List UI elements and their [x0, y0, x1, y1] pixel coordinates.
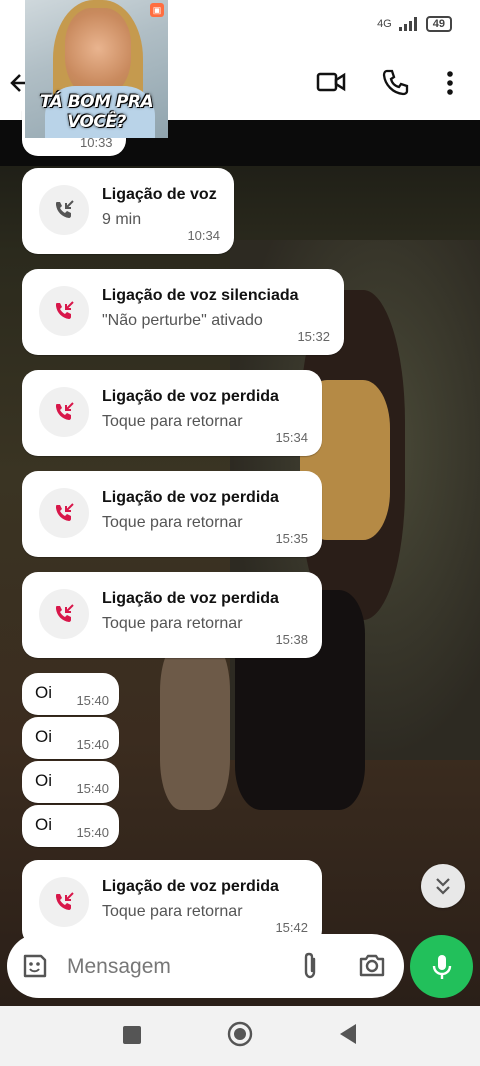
text-message-bubble[interactable]: Oi 15:40	[22, 673, 119, 715]
call-message-bubble[interactable]: Ligação de voz perdida Toque para retorn…	[22, 471, 322, 557]
call-title: Ligação de voz perdida	[102, 590, 279, 607]
sticker-icon[interactable]	[21, 952, 49, 980]
message-time: 15:40	[76, 825, 109, 840]
message-time: 15:38	[275, 632, 308, 647]
call-subtitle: Toque para retornar	[102, 514, 243, 531]
thumbnail-face	[65, 8, 131, 98]
status-indicators: 4G 49	[377, 16, 452, 32]
message-input[interactable]	[65, 948, 289, 986]
message-time: 15:35	[275, 531, 308, 546]
double-chevron-down-icon	[436, 878, 450, 895]
text-message-bubble[interactable]: Oi 15:40	[22, 717, 119, 759]
call-title: Ligação de voz perdida	[102, 489, 279, 506]
call-icon-circle	[39, 185, 89, 235]
message-time: 15:40	[76, 737, 109, 752]
video-thumbnail[interactable]: ▣ TÁ BOM PRA VOCÊ?	[25, 0, 168, 138]
call-subtitle: 9 min	[102, 211, 142, 228]
message-time: 15:42	[275, 920, 308, 935]
battery-indicator: 49	[425, 16, 452, 32]
home-icon[interactable]	[227, 1021, 253, 1047]
call-subtitle: "Não perturbe" ativado	[102, 312, 263, 329]
mic-button[interactable]	[410, 935, 473, 998]
message-composer	[7, 934, 404, 998]
missed-call-icon	[56, 892, 74, 910]
message-time: 15:40	[76, 693, 109, 708]
recents-icon[interactable]	[122, 1025, 142, 1045]
scroll-to-bottom-button[interactable]	[421, 864, 465, 908]
call-icon-circle	[39, 286, 89, 336]
call-message-bubble[interactable]: Ligação de voz silenciada "Não perturbe"…	[22, 269, 344, 355]
missed-call-icon	[56, 604, 74, 622]
call-icon-circle	[39, 589, 89, 639]
call-subtitle: Toque para retornar	[102, 615, 243, 632]
back-nav-icon[interactable]	[338, 1023, 358, 1045]
message-time: 15:40	[76, 781, 109, 796]
message-time: 15:32	[297, 329, 330, 344]
paperclip-icon[interactable]	[299, 951, 321, 981]
text-message-bubble[interactable]: Oi 15:40	[22, 805, 119, 847]
call-title: Ligação de voz perdida	[102, 388, 279, 405]
more-vert-icon[interactable]	[446, 70, 454, 96]
call-title: Ligação de voz silenciada	[102, 287, 299, 304]
signal-icon	[398, 17, 417, 31]
message-time: 10:34	[187, 228, 220, 243]
app-badge-icon: ▣	[150, 3, 164, 17]
incoming-call-icon	[56, 200, 74, 218]
network-label: 4G	[377, 18, 392, 30]
message-text: Oi	[35, 683, 52, 702]
phone-icon[interactable]	[381, 68, 409, 96]
call-title: Ligação de voz perdida	[102, 878, 279, 895]
missed-call-icon	[56, 503, 74, 521]
call-message-bubble[interactable]: Ligação de voz perdida Toque para retorn…	[22, 370, 322, 456]
call-icon-circle	[39, 387, 89, 437]
call-message-bubble[interactable]: Ligação de voz 9 min 10:34	[22, 168, 234, 254]
call-icon-circle	[39, 877, 89, 927]
wallpaper-figure-left	[160, 640, 230, 810]
missed-call-icon	[56, 301, 74, 319]
call-title: Ligação de voz	[102, 186, 217, 203]
message-time: 15:34	[275, 430, 308, 445]
message-text: Oi	[35, 727, 52, 746]
system-nav-bar	[0, 1006, 480, 1066]
message-text: Oi	[35, 771, 52, 790]
video-call-icon[interactable]	[316, 70, 346, 94]
call-subtitle: Toque para retornar	[102, 903, 243, 920]
thumbnail-caption: TÁ BOM PRA VOCÊ?	[39, 92, 154, 132]
camera-icon[interactable]	[358, 952, 386, 978]
text-message-bubble[interactable]: Oi 15:40	[22, 761, 119, 803]
mic-icon	[432, 954, 451, 979]
call-icon-circle	[39, 488, 89, 538]
call-message-bubble[interactable]: Ligação de voz perdida Toque para retorn…	[22, 572, 322, 658]
message-text: Oi	[35, 815, 52, 834]
call-subtitle: Toque para retornar	[102, 413, 243, 430]
missed-call-icon	[56, 402, 74, 420]
